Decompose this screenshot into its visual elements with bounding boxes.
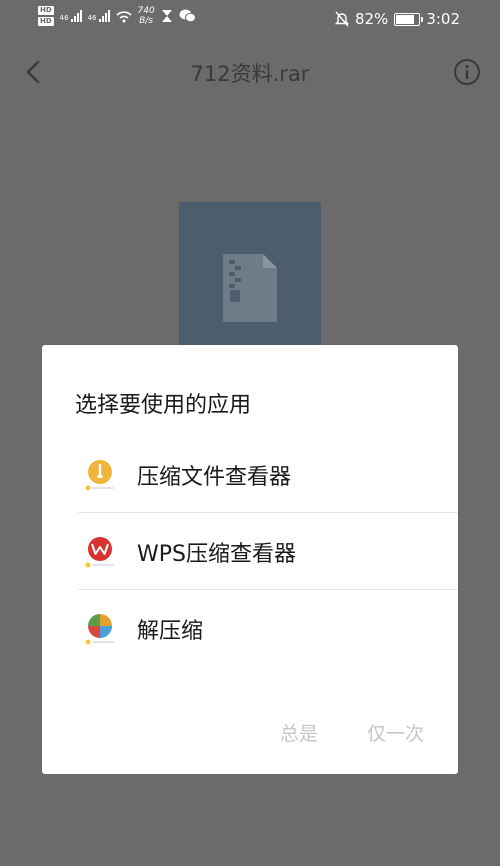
app-list: 压缩文件查看器 WPS压缩查看器 解压缩 — [42, 435, 458, 666]
battery-percent: 82% — [354, 10, 389, 28]
always-button[interactable]: 总是 — [280, 719, 318, 746]
status-right-icons: 82% 3:02 — [334, 10, 460, 28]
page-title: 712资料.rar — [190, 62, 310, 86]
app-label: 解压缩 — [137, 619, 204, 644]
app-chooser-dialog: 选择要使用的应用 压缩文件查看器 WPS压缩查看器 解压缩 总是 仅一次 — [42, 345, 458, 774]
clock: 3:02 — [426, 10, 460, 28]
signal-2: 46 — [88, 10, 110, 22]
just-once-button[interactable]: 仅一次 — [367, 719, 424, 746]
net-type-1: 46 — [59, 14, 69, 22]
wifi-icon — [115, 11, 132, 23]
net-speed: 740 B/s — [138, 6, 155, 26]
wps-icon — [85, 537, 114, 568]
net-speed-value: 740 — [137, 6, 155, 16]
battery-icon — [394, 12, 424, 26]
app-header: 712资料.rar — [0, 40, 500, 104]
info-icon[interactable] — [452, 57, 482, 87]
mute-icon — [334, 11, 349, 27]
app-item-wps[interactable]: WPS压缩查看器 — [42, 512, 458, 589]
net-type-2: 46 — [87, 14, 97, 22]
dialog-actions: 总是 仅一次 — [42, 719, 458, 749]
net-speed-unit: B/s — [139, 16, 154, 26]
wechat-icon — [179, 9, 196, 23]
zip-file-icon — [223, 254, 277, 322]
dialog-title: 选择要使用的应用 — [75, 393, 252, 418]
status-bar: HD HD 46 46 740 B/s 82% 3:02 — [0, 0, 500, 40]
signal-1: 46 — [60, 10, 82, 22]
app-label: 压缩文件查看器 — [137, 465, 292, 490]
signal-icon — [98, 10, 110, 22]
hourglass-icon — [161, 10, 172, 22]
hd-badge-1: HD — [38, 6, 54, 15]
app-item-archive-viewer[interactable]: 压缩文件查看器 — [42, 435, 458, 512]
archive-viewer-icon — [85, 460, 114, 491]
signal-icon — [70, 10, 82, 22]
app-item-unzip[interactable]: 解压缩 — [42, 589, 458, 666]
unzip-icon — [85, 614, 114, 645]
hd-badge-2: HD — [38, 17, 54, 26]
battery-level — [396, 14, 415, 24]
status-left-icons: HD HD 46 46 740 B/s — [38, 6, 196, 26]
app-label: WPS压缩查看器 — [137, 542, 296, 567]
hd-indicators: HD HD — [38, 6, 54, 26]
